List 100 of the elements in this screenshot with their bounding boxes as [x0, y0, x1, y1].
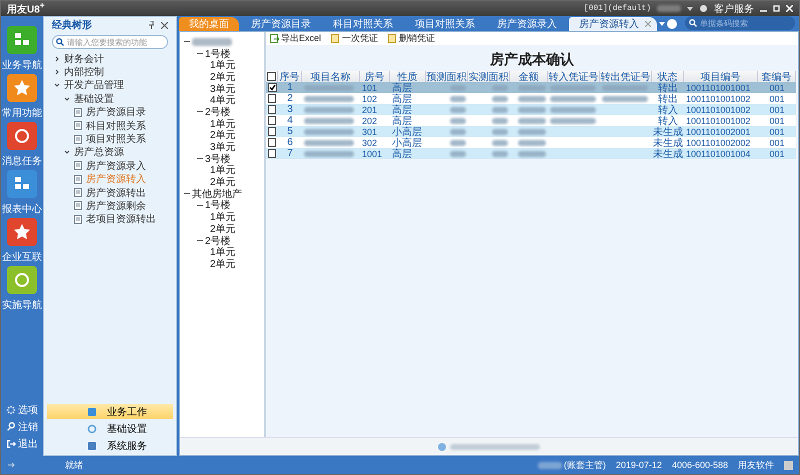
- chevron-right-icon[interactable]: [54, 56, 60, 62]
- table-cell: 未生成: [652, 137, 684, 148]
- vendor-text: 用友软件: [738, 458, 774, 472]
- tree-node[interactable]: 2单元: [180, 176, 264, 188]
- tree-item[interactable]: 开发产品管理: [44, 78, 176, 92]
- search-icon: [689, 19, 697, 27]
- blurred-text: [518, 128, 546, 134]
- blurred-text: [450, 106, 466, 112]
- info-icon: [438, 442, 446, 450]
- table-cell: 小高层: [390, 126, 426, 137]
- tab[interactable]: 房产资源录入: [487, 17, 567, 31]
- rail-item[interactable]: 实施导航: [2, 265, 42, 313]
- tree-item[interactable]: 财务会计: [44, 52, 176, 66]
- chevron-down-icon[interactable]: [64, 96, 70, 102]
- toolbar-button[interactable]: 一次凭证: [331, 32, 378, 45]
- blurred-text: [450, 140, 466, 146]
- tree-node[interactable]: 1单元: [180, 211, 264, 223]
- blurred-text: [492, 150, 508, 156]
- tab[interactable]: 房产资源转入: [569, 17, 657, 31]
- table-cell: 1001101001002: [684, 115, 758, 126]
- search-field[interactable]: 单据条码搜索: [685, 16, 795, 30]
- user-role: (账套主管): [564, 458, 606, 472]
- tree-item[interactable]: 房产资源录入: [44, 159, 176, 173]
- close-icon[interactable]: [161, 22, 168, 28]
- tree-node[interactable]: 2单元: [180, 258, 264, 270]
- module-tab[interactable]: 系统服务: [47, 438, 173, 453]
- chevron-down-icon[interactable]: [64, 149, 70, 156]
- tree-node[interactable]: 2号楼: [180, 234, 264, 246]
- tree-item[interactable]: 房产资源目录: [44, 106, 176, 119]
- rail-item[interactable]: 常用功能: [2, 73, 42, 121]
- table-cell: 高层: [390, 104, 426, 115]
- table-cell: 6: [278, 137, 302, 148]
- rail-item[interactable]: 报表中心: [2, 169, 42, 217]
- caret-icon[interactable]: [659, 22, 665, 26]
- tree-node[interactable]: 2单元: [180, 130, 264, 142]
- table-cell: 1001101002002: [684, 137, 758, 148]
- table-cell: 001: [758, 82, 796, 93]
- tree-item[interactable]: 内部控制: [44, 65, 176, 79]
- tab[interactable]: 房产资源目录: [241, 17, 321, 31]
- tree-item[interactable]: 科目对照关系: [44, 118, 176, 132]
- blurred-text: [492, 118, 508, 124]
- table-cell: 302: [360, 137, 390, 148]
- toolbar-button[interactable]: 删销凭证: [388, 32, 436, 45]
- tab[interactable]: 项目对照关系: [405, 17, 485, 31]
- blurred-text: [518, 150, 546, 156]
- caret-icon[interactable]: [687, 6, 693, 10]
- rail-button[interactable]: 注销: [1, 420, 43, 433]
- tree-node[interactable]: 1单元: [180, 164, 264, 176]
- chevron-right-icon[interactable]: [54, 69, 60, 76]
- tree-node[interactable]: 1号楼: [180, 48, 264, 60]
- column-header: 房号: [360, 71, 390, 82]
- rail-item[interactable]: 消息任务: [2, 121, 42, 169]
- rail-item[interactable]: 企业互联: [2, 217, 42, 265]
- toolbar-button[interactable]: 导出Excel: [270, 32, 322, 45]
- window-icon: [87, 406, 97, 416]
- table-cell: 4: [278, 115, 302, 126]
- blurred-text: [450, 96, 466, 102]
- maximize-icon[interactable]: [773, 5, 780, 12]
- tree-item[interactable]: 基础设置: [44, 92, 176, 106]
- table-title: 房产成本确认: [489, 50, 575, 70]
- tree-node[interactable]: 1号楼: [180, 200, 264, 212]
- tree-node[interactable]: 1单元: [180, 59, 264, 72]
- tree-node[interactable]: 1单元: [180, 118, 264, 130]
- tab[interactable]: 科目对照关系: [323, 17, 403, 31]
- service-menu[interactable]: 客户服务: [714, 2, 754, 16]
- column-header: 预测面积: [426, 71, 468, 82]
- tree-node[interactable]: 2单元: [180, 223, 264, 235]
- table-cell: 001: [758, 104, 796, 115]
- tree-item[interactable]: 房产资源剩余: [44, 199, 176, 213]
- chevron-down-icon[interactable]: [54, 82, 60, 88]
- blurred-text: [492, 140, 508, 146]
- tree-item[interactable]: 项目对照关系: [44, 132, 176, 146]
- table-cell: 202: [360, 115, 390, 126]
- tree-node[interactable]: 3单元: [180, 141, 264, 153]
- tree-node[interactable]: 4单元: [180, 94, 264, 106]
- status-text: 就绪: [65, 458, 83, 472]
- blurred-text: [192, 38, 232, 46]
- tree-node[interactable]: 3号楼: [180, 152, 264, 165]
- module-tab[interactable]: 业务工作: [47, 404, 173, 419]
- tree-node[interactable]: 3单元: [180, 82, 264, 94]
- table-cell: 001: [758, 93, 796, 104]
- table-cell: 201: [360, 104, 390, 115]
- search-field[interactable]: 请输入您要搜索的功能: [52, 35, 168, 49]
- tree-node[interactable]: 其他房地产: [180, 188, 264, 200]
- module-tab[interactable]: 基础设置: [47, 421, 173, 436]
- rail-item[interactable]: 业务导航: [2, 25, 42, 73]
- tree-item[interactable]: 老项目资源转出: [44, 212, 176, 226]
- tree-item[interactable]: 房产总资源: [44, 146, 176, 160]
- blurred-text: [538, 462, 562, 468]
- column-header: 套编号: [758, 71, 796, 82]
- column-header: 状态: [652, 71, 684, 82]
- table-cell: 5: [278, 126, 302, 137]
- blurred-text: [450, 150, 466, 156]
- rail-button[interactable]: 选项: [1, 403, 43, 416]
- blurred-text: [518, 106, 546, 112]
- rail-button[interactable]: 退出: [1, 437, 43, 450]
- tree-node[interactable]: 1单元: [180, 246, 264, 258]
- tree-node[interactable]: 2号楼: [180, 106, 264, 118]
- tree-item[interactable]: 房产资源转出: [44, 186, 176, 200]
- tree-node[interactable]: 2单元: [180, 71, 264, 83]
